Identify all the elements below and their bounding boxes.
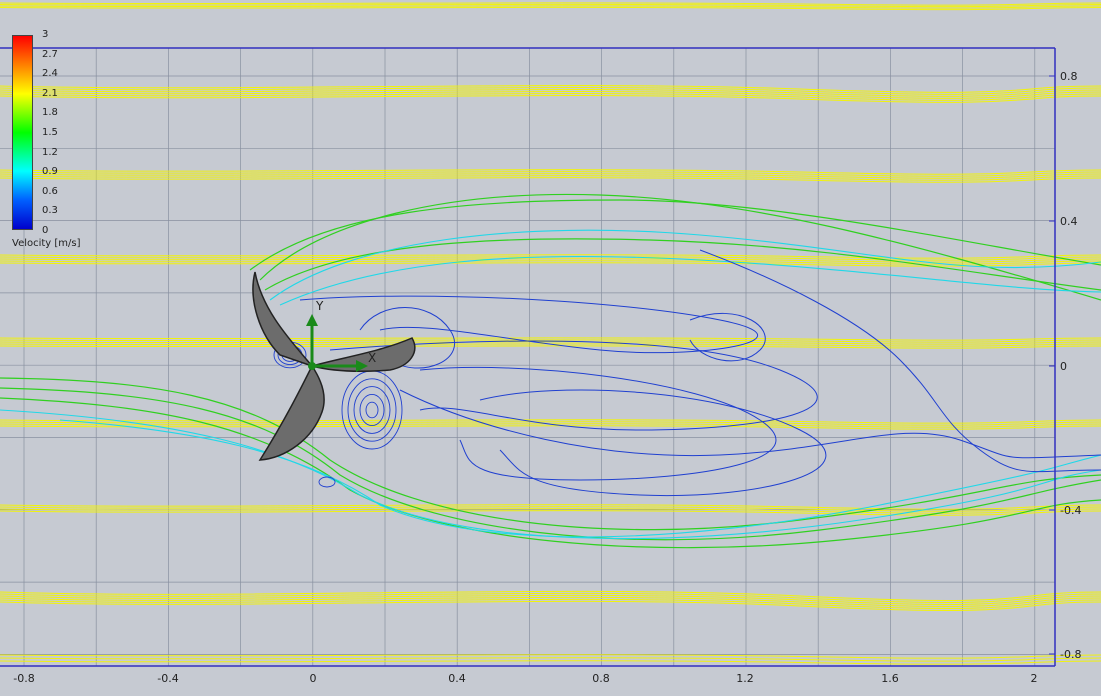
turbine-blade-lower	[258, 364, 325, 461]
legend-tick-label: 2.7	[42, 48, 58, 60]
legend-tick-label: 2.1	[42, 87, 58, 99]
y-tick-label: 0.4	[1060, 215, 1078, 228]
x-axis-ticks: -0.8 -0.4 0 0.4 0.8 1.2 1.6 2	[13, 672, 1037, 685]
legend-tick-label: 0.9	[42, 166, 58, 178]
legend-tick-label: 0	[42, 225, 49, 236]
legend-tick-label: 1.8	[42, 107, 58, 119]
velocity-color-legend: 3 2.7 2.4 2.1 1.8 1.5 1.2 0.9 0.6 0.3 0 Velocity […	[12, 30, 92, 255]
x-tick-label: 0.4	[448, 672, 466, 685]
y-tick-label: -0.4	[1060, 504, 1081, 517]
vortex-wake	[273, 249, 1101, 497]
x-tick-label: -0.4	[157, 672, 178, 685]
y-tick-label: 0	[1060, 360, 1067, 373]
legend-tick-label: 0.3	[42, 205, 58, 217]
streamline-plot: Y X -0.8 -0.4 0 0.4 0.8 1.2 1.6 2 0.80.40-0.4-0…	[0, 2, 1101, 685]
legend-tick-label: 1.5	[42, 127, 58, 138]
y-tick-label: 0.8	[1060, 70, 1078, 83]
streamlines	[0, 2, 1101, 665]
x-tick-label: -0.8	[13, 672, 34, 685]
turbine-blade-upper	[252, 271, 315, 368]
legend-tick-label: 1.2	[42, 146, 58, 158]
legend-tick-label: 2.4	[42, 68, 58, 80]
velocity-color-bar	[12, 35, 33, 230]
x-tick-label: 2	[1031, 672, 1038, 685]
x-tick-label: 1.2	[736, 672, 754, 685]
flow-visualization-viewport[interactable]: Y X -0.8 -0.4 0 0.4 0.8 1.2 1.6 2 0.8 0.4 0 -0.4 -0…	[0, 0, 1101, 692]
y-tick-label: -0.8	[1060, 648, 1081, 661]
triad-y-label: Y	[315, 299, 324, 313]
y-axis-ticks: 0.8 0.4 0 -0.4 -0.8	[1049, 70, 1081, 661]
triad-x-label: X	[368, 351, 376, 365]
x-tick-label: 0	[310, 672, 317, 685]
legend-tick-label: 3	[42, 29, 49, 40]
x-tick-label: 0.8	[592, 672, 610, 685]
legend-title: Velocity [m/s]	[12, 238, 81, 249]
x-tick-label: 1.6	[881, 672, 899, 685]
legend-tick-label: 0.6	[42, 185, 58, 197]
